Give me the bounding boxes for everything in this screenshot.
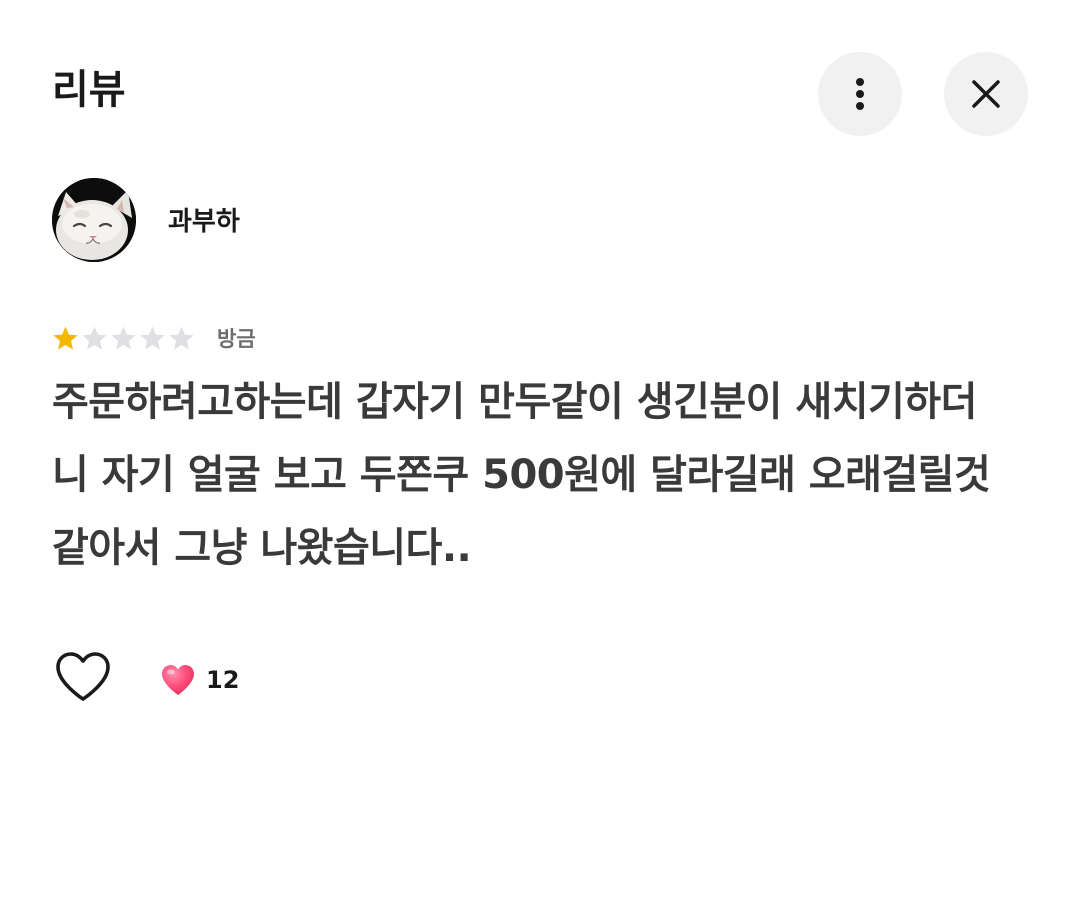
review-time: 방금 <box>217 327 256 351</box>
heart-outline-icon <box>56 652 110 701</box>
more-options-button[interactable] <box>818 52 902 136</box>
rating-row: 방금 <box>52 322 256 354</box>
heart-filled-icon <box>162 665 194 695</box>
cat-avatar-icon <box>52 178 136 262</box>
more-vertical-icon <box>856 78 864 110</box>
like-count-badge: 12 <box>160 660 239 700</box>
star-empty-icon <box>169 326 194 350</box>
star-empty-icon <box>82 326 107 350</box>
star-empty-icon <box>140 326 165 350</box>
user-name[interactable]: 과부하 <box>168 204 240 240</box>
like-button[interactable] <box>54 650 112 704</box>
close-button[interactable] <box>944 52 1028 136</box>
like-count: 12 <box>206 666 240 694</box>
page-title: 리뷰 <box>52 67 126 113</box>
star-empty-icon <box>111 326 136 350</box>
star-rating <box>52 325 195 352</box>
star-filled-icon <box>53 326 78 350</box>
user-avatar[interactable] <box>52 178 136 262</box>
review-text: 주문하려고하는데 갑자기 만두같이 생긴분이 새치기하더니 자기 얼굴 보고 두… <box>52 379 991 571</box>
close-icon <box>972 80 1000 108</box>
